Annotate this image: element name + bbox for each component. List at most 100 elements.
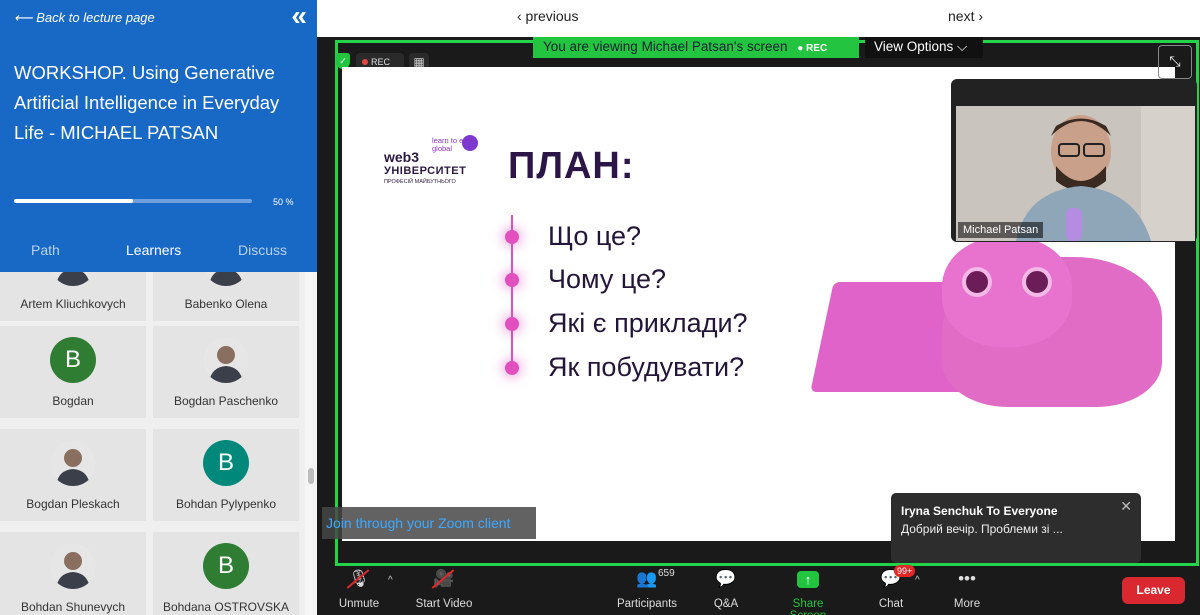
viewing-screen-banner: You are viewing Michael Patsan's screen …	[533, 37, 859, 58]
learner-name: Bohdan Shunevych	[20, 600, 126, 614]
share-screen-icon: ↑	[773, 568, 843, 590]
share-screen-button[interactable]: ↑ Share Screen	[773, 568, 843, 615]
slide-bullet: Які є приклади?	[548, 308, 748, 338]
tab-path[interactable]: Path	[31, 242, 60, 258]
logo-web3: web3	[384, 149, 420, 165]
participants-count: 659	[658, 568, 675, 579]
qa-button[interactable]: 💬 Q&A	[710, 568, 742, 610]
slide-bullet: Чому це?	[548, 264, 667, 294]
learners-scrollbar[interactable]	[305, 272, 317, 615]
more-dots-icon: •••	[958, 569, 976, 588]
learner-card[interactable]: B Bohdana OSTROVSKA	[153, 532, 299, 615]
learner-name: Bohdana OSTROVSKA	[162, 600, 290, 614]
sidebar-tabs: Path Learners Discuss	[0, 230, 317, 272]
bullet-dot	[505, 317, 519, 331]
learner-name: Bogdan	[52, 394, 94, 408]
app-root: ⟵ Back to lecture page « WORKSHOP. Using…	[0, 0, 1200, 615]
chat-notification[interactable]: Iryna Senchuk To Everyone Добрий вечір. …	[891, 493, 1141, 563]
avatar-photo	[50, 440, 96, 486]
meeting-toolbar: 🎙 Unmute ^ 🎥 Start Video 👥 Participants …	[317, 565, 1200, 615]
unmute-label: Unmute	[338, 598, 380, 610]
learners-grid: Artem Kliuchkovych Babenko Olena B Bogdan Bo…	[0, 272, 305, 615]
start-video-label: Start Video	[415, 598, 473, 610]
avatar-letter: B	[203, 440, 249, 486]
logo-university: УНІВЕРСИТЕТ	[384, 165, 467, 177]
rec-label: REC	[371, 57, 391, 67]
avatar-photo	[203, 337, 249, 383]
audio-options-chevron-icon[interactable]: ^	[388, 575, 393, 586]
unmute-button[interactable]: 🎙 Unmute	[335, 568, 383, 610]
speaker-video-tile[interactable]: Michael Patsan	[951, 79, 1197, 242]
start-video-button[interactable]: 🎥 Start Video	[412, 568, 476, 610]
learner-card[interactable]: Bogdan Paschenko	[153, 326, 299, 418]
learner-name: Artem Kliuchkovych	[20, 297, 126, 311]
minimize-icon[interactable]: ⤡	[1158, 45, 1192, 79]
logo-subtitle: ПРОФЕСІЙ МАЙБУТНЬОГО	[384, 179, 456, 185]
course-progress-fill	[14, 199, 133, 203]
qa-icon: 💬	[715, 569, 737, 588]
web3-university-logo: learn to earn global web3 УНІВЕРСИТЕТ ПР…	[384, 135, 480, 185]
close-icon[interactable]: ✕	[1120, 498, 1132, 515]
cat-head-illustration	[942, 237, 1072, 347]
chat-message-preview: Добрий вечір. Проблеми зі ...	[901, 522, 1063, 536]
slide-bullet: Як побудувати?	[548, 352, 745, 382]
previous-link[interactable]: ‹ previous	[517, 8, 578, 24]
logo-tagline: learn to earn global	[432, 136, 475, 153]
microphone-muted-icon: 🎙	[348, 569, 370, 588]
learner-card[interactable]: B Bogdan	[0, 326, 146, 418]
bullet-dot	[505, 273, 519, 287]
learner-name: Bohdan Pylypenko	[175, 497, 277, 511]
avatar-photo	[203, 272, 249, 286]
course-title: WORKSHOP. Using Generative Artificial In…	[14, 62, 280, 143]
learner-card[interactable]: Babenko Olena	[153, 272, 299, 321]
leave-button[interactable]: Leave	[1122, 577, 1185, 604]
chat-options-chevron-icon[interactable]: ^	[915, 575, 920, 586]
qa-label: Q&A	[713, 598, 739, 610]
learner-card[interactable]: Artem Kliuchkovych	[0, 272, 146, 321]
chat-unread-badge: 99+	[894, 565, 916, 577]
learner-name: Bogdan Paschenko	[173, 394, 279, 408]
bullet-dot	[505, 230, 519, 244]
cat-eye-icon	[962, 267, 992, 297]
learner-name: Babenko Olena	[184, 297, 268, 311]
lecture-nav: ‹ previous next ›	[317, 0, 1200, 37]
participants-label: Participants	[616, 598, 678, 610]
speaker-name-label: Michael Patsan	[958, 222, 1044, 238]
sidebar-header: ⟵ Back to lecture page « WORKSHOP. Using…	[0, 0, 317, 272]
avatar-letter: B	[203, 543, 249, 589]
course-sidebar: ⟵ Back to lecture page « WORKSHOP. Using…	[0, 0, 317, 615]
viewing-banner-text: You are viewing Michael Patsan's screen	[543, 39, 788, 54]
more-button[interactable]: ••• More	[953, 568, 981, 610]
view-options-button[interactable]: View Options ⌵	[865, 37, 983, 58]
more-label: More	[953, 598, 981, 610]
scrollbar-thumb[interactable]	[308, 468, 314, 484]
speaker-video: Michael Patsan	[956, 106, 1195, 241]
learner-card[interactable]: B Bohdan Pylypenko	[153, 429, 299, 521]
course-progress-label: 50 %	[273, 197, 294, 207]
slide-bullet: Що це?	[548, 221, 642, 251]
learner-card[interactable]: Bohdan Shunevych	[0, 532, 146, 615]
share-screen-label: Share Screen	[790, 598, 826, 615]
banner-rec-indicator: ● REC	[797, 43, 828, 54]
avatar-letter: B	[50, 337, 96, 383]
join-zoom-client-link[interactable]: Join through your Zoom client	[322, 507, 536, 539]
avatar-photo	[50, 543, 96, 589]
slide-title: ПЛАН:	[508, 145, 635, 187]
record-dot-icon	[362, 59, 368, 65]
course-progress-bar	[14, 199, 252, 203]
tab-learners[interactable]: Learners	[126, 242, 181, 258]
back-to-lecture-link[interactable]: ⟵ Back to lecture page	[14, 10, 155, 26]
learner-name: Bogdan Pleskach	[26, 497, 120, 511]
collapse-sidebar-icon[interactable]: «	[291, 2, 307, 30]
zoom-meeting: You are viewing Michael Patsan's screen …	[317, 37, 1200, 615]
tab-discuss[interactable]: Discuss	[238, 242, 287, 258]
chat-sender: Iryna Senchuk To Everyone	[901, 504, 1058, 518]
chat-label: Chat	[878, 598, 904, 610]
learner-card[interactable]: Bogdan Pleskach	[0, 429, 146, 521]
bullet-dot	[505, 361, 519, 375]
avatar-photo	[50, 272, 96, 286]
next-link[interactable]: next ›	[948, 8, 983, 24]
speaker-silhouette	[956, 106, 1195, 241]
cat-eye-icon	[1022, 267, 1052, 297]
video-off-icon: 🎥	[433, 569, 455, 588]
